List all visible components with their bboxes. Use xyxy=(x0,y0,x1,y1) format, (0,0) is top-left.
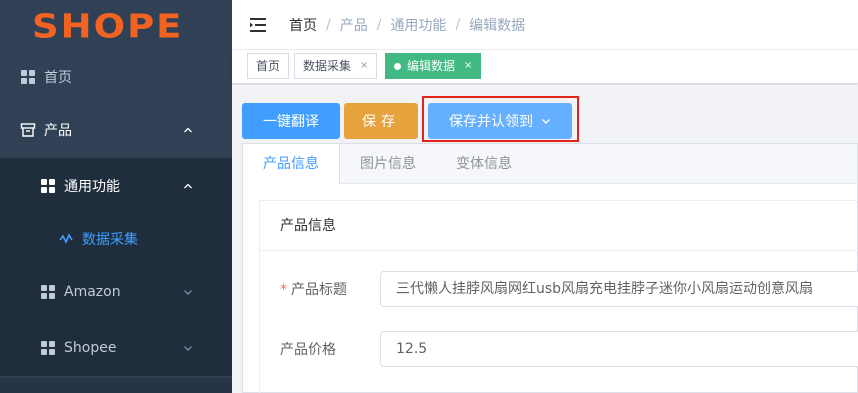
required-mark: * xyxy=(280,282,287,298)
sidebar-item-shopee[interactable]: Shopee xyxy=(0,320,232,376)
pulse-icon xyxy=(58,231,74,247)
sidebar-item-general[interactable]: 通用功能 xyxy=(0,158,232,214)
sidebar-item-amazon[interactable]: Amazon xyxy=(0,264,232,320)
breadcrumb-separator: / xyxy=(326,16,331,33)
translate-button-label: 一键翻译 xyxy=(263,114,319,130)
save-button-label: 保存 xyxy=(362,114,400,130)
chevron-down-icon xyxy=(184,346,192,351)
sidebar-item-label: 数据采集 xyxy=(82,232,138,248)
product-info-panel: 产品信息 * 产品标题 三代懒人挂脖风扇网红usb风扇充电挂脖子迷你小风扇运动创意… xyxy=(259,200,858,393)
highlight-box xyxy=(422,96,579,142)
tab-product-info[interactable]: 产品信息 xyxy=(243,144,340,185)
navbar: 首页 / 产品 / 通用功能 / 编辑数据 xyxy=(232,0,858,50)
tag-edit-data[interactable]: 编辑数据 × xyxy=(385,53,482,79)
close-icon[interactable]: × xyxy=(464,54,472,78)
sidebar-item-label: 产品 xyxy=(44,123,72,139)
tag-label: 编辑数据 xyxy=(407,59,456,73)
tags-view: 首页 数据采集 × 编辑数据 × xyxy=(232,50,858,84)
main-content: 一键翻译 保存 保存并认领到 产品信息 图片信息 变体信息 产品信息 * 产品标题… xyxy=(232,85,858,393)
title-label: * 产品标题 xyxy=(260,279,380,299)
chevron-up-icon xyxy=(184,183,192,189)
tag-label: 首页 xyxy=(256,59,281,73)
translate-button[interactable]: 一键翻译 xyxy=(242,103,340,139)
grid-icon xyxy=(40,284,56,300)
sidebar-item-label: 首页 xyxy=(44,70,72,86)
breadcrumb: 首页 / 产品 / 通用功能 / 编辑数据 xyxy=(289,15,525,35)
hamburger-icon[interactable] xyxy=(249,17,267,33)
box-icon xyxy=(20,122,36,138)
close-icon[interactable]: × xyxy=(360,54,368,78)
sidebar-item-label: Shopee xyxy=(64,340,117,356)
sidebar-item-product[interactable]: 产品 xyxy=(0,102,232,158)
sidebar-next-item[interactable] xyxy=(0,378,232,393)
breadcrumb-product: 产品 xyxy=(339,17,368,34)
tag-home[interactable]: 首页 xyxy=(247,53,290,79)
grid-icon xyxy=(40,178,56,194)
price-input[interactable]: 12.5 xyxy=(380,331,858,367)
tag-label: 数据采集 xyxy=(303,59,352,73)
tab-image-info[interactable]: 图片信息 xyxy=(340,144,436,184)
save-button[interactable]: 保存 xyxy=(344,103,418,139)
tab-variant-info[interactable]: 变体信息 xyxy=(436,144,532,184)
tag-data-collection[interactable]: 数据采集 × xyxy=(294,53,378,79)
product-card: 产品信息 图片信息 变体信息 产品信息 * 产品标题 三代懒人挂脖风扇网红usb风… xyxy=(242,143,858,393)
logo[interactable]: SHOPE xyxy=(0,0,232,52)
breadcrumb-separator: / xyxy=(455,16,461,33)
breadcrumb-general: 通用功能 xyxy=(390,17,447,34)
sidebar-item-label: 通用功能 xyxy=(64,179,120,195)
chevron-down-icon xyxy=(184,290,192,295)
title-input[interactable]: 三代懒人挂脖风扇网红usb风扇充电挂脖子迷你小风扇运动创意风扇 xyxy=(380,271,858,307)
breadcrumb-edit-data: 编辑数据 xyxy=(469,17,526,34)
price-row: 产品价格 12.5 xyxy=(260,331,858,367)
sidebar-item-label: Amazon xyxy=(64,284,121,300)
title-row: * 产品标题 三代懒人挂脖风扇网红usb风扇充电挂脖子迷你小风扇运动创意风扇 xyxy=(260,271,858,307)
sidebar: SHOPE 首页 产品 通用功能 数据采集 Amazon Shopee xyxy=(0,0,232,393)
tabs: 产品信息 图片信息 变体信息 xyxy=(243,144,857,185)
sidebar-item-home[interactable]: 首页 xyxy=(0,52,232,102)
title-label-text: 产品标题 xyxy=(291,282,347,298)
sidebar-item-data-collection[interactable]: 数据采集 xyxy=(0,214,232,264)
section-title: 产品信息 xyxy=(260,201,858,251)
breadcrumb-separator: / xyxy=(376,16,382,33)
active-dot-icon xyxy=(394,62,401,70)
breadcrumb-home[interactable]: 首页 xyxy=(289,15,317,35)
price-label: 产品价格 xyxy=(280,342,336,358)
grid-icon xyxy=(40,340,56,356)
logo-text: SHOPE xyxy=(32,6,184,46)
chevron-up-icon xyxy=(184,127,192,133)
grid-icon xyxy=(20,69,36,85)
